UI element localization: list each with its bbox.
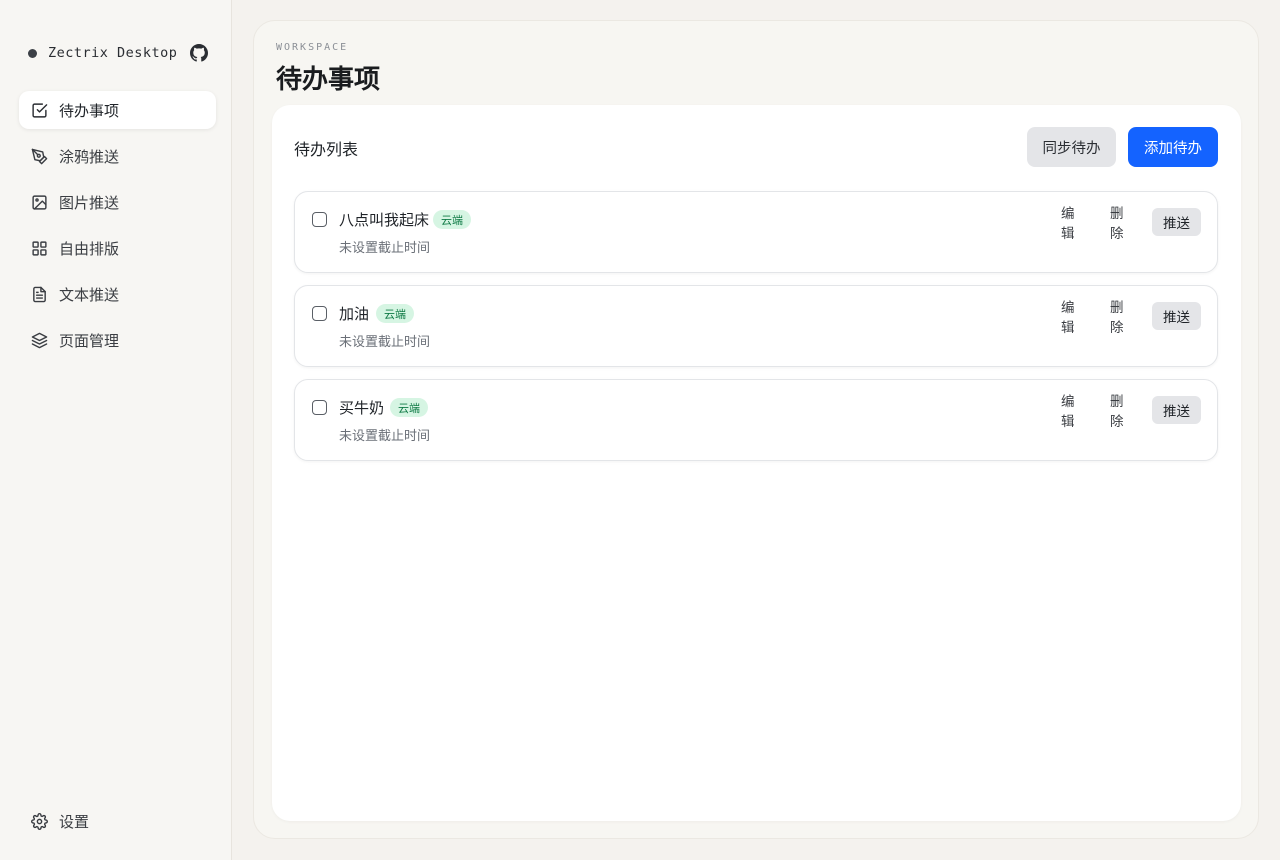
- check-square-icon: [31, 102, 48, 119]
- sidebar-item-page-manage[interactable]: 页面管理: [19, 321, 216, 359]
- image-icon: [31, 194, 48, 211]
- todo-list-title: 待办列表: [294, 140, 359, 159]
- sidebar-item-doodle[interactable]: 涂鸦推送: [19, 137, 216, 175]
- sidebar-item-label: 图片推送: [59, 193, 120, 212]
- settings-label: 设置: [59, 812, 90, 831]
- sync-todos-button[interactable]: 同步待办: [1027, 127, 1116, 167]
- todo-item: 八点叫我起床 云端 未设置截止时间 编辑 删除 推送: [294, 191, 1218, 273]
- todo-deadline: 未设置截止时间: [339, 241, 431, 256]
- brand-dot-icon: [28, 48, 37, 58]
- sidebar-item-settings[interactable]: 设置: [19, 802, 216, 840]
- sidebar-item-label: 自由排版: [59, 239, 120, 258]
- edit-button[interactable]: 编辑: [1061, 206, 1087, 242]
- workspace-eyebrow: WORKSPACE: [276, 42, 349, 53]
- brand-name: Zectrix Desktop: [48, 45, 178, 61]
- todo-title: 加油: [339, 305, 370, 323]
- github-icon[interactable]: [190, 44, 208, 62]
- todo-list-card: 待办列表 同步待办 添加待办 八点叫我起床 云端 未设置截止时间 编辑 删除 推…: [272, 105, 1241, 821]
- push-button[interactable]: 推送: [1152, 396, 1201, 424]
- sidebar: Zectrix Desktop 待办事项 涂鸦推送 图片推送 自由排版 文本推送…: [0, 0, 232, 860]
- sidebar-item-free-layout[interactable]: 自由排版: [19, 229, 216, 267]
- sidebar-item-label: 文本推送: [59, 285, 120, 304]
- sidebar-item-label: 涂鸦推送: [59, 147, 120, 166]
- delete-button[interactable]: 删除: [1110, 206, 1136, 242]
- layers-icon: [31, 332, 48, 349]
- pen-tool-icon: [31, 148, 48, 165]
- todo-title: 八点叫我起床: [339, 211, 430, 229]
- cloud-badge: 云端: [376, 304, 414, 323]
- todo-deadline: 未设置截止时间: [339, 335, 431, 350]
- todo-checkbox[interactable]: [312, 306, 327, 321]
- sidebar-item-text-push[interactable]: 文本推送: [19, 275, 216, 313]
- grid-icon: [31, 240, 48, 257]
- sidebar-item-label: 待办事项: [59, 101, 120, 120]
- todo-deadline: 未设置截止时间: [339, 429, 431, 444]
- sidebar-item-label: 页面管理: [59, 331, 120, 350]
- brand: Zectrix Desktop: [28, 42, 208, 64]
- cloud-badge: 云端: [433, 210, 471, 229]
- todo-item: 买牛奶 云端 未设置截止时间 编辑 删除 推送: [294, 379, 1218, 461]
- page-title: 待办事项: [276, 65, 381, 95]
- gear-icon: [31, 812, 48, 830]
- todo-checkbox[interactable]: [312, 400, 327, 415]
- delete-button[interactable]: 删除: [1110, 394, 1136, 430]
- push-button[interactable]: 推送: [1152, 302, 1201, 330]
- app-window: Zectrix Desktop 待办事项 涂鸦推送 图片推送 自由排版 文本推送…: [0, 0, 1280, 860]
- file-text-icon: [31, 286, 48, 303]
- edit-button[interactable]: 编辑: [1061, 394, 1087, 430]
- sidebar-nav: 待办事项 涂鸦推送 图片推送 自由排版 文本推送 页面管理: [19, 91, 216, 367]
- todo-checkbox[interactable]: [312, 212, 327, 227]
- edit-button[interactable]: 编辑: [1061, 300, 1087, 336]
- todo-title: 买牛奶: [339, 399, 385, 417]
- sidebar-item-image-push[interactable]: 图片推送: [19, 183, 216, 221]
- main-panel: WORKSPACE 待办事项 待办列表 同步待办 添加待办 八点叫我起床 云端 …: [253, 20, 1259, 839]
- push-button[interactable]: 推送: [1152, 208, 1201, 236]
- todo-item: 加油 云端 未设置截止时间 编辑 删除 推送: [294, 285, 1218, 367]
- cloud-badge: 云端: [390, 398, 428, 417]
- add-todo-button[interactable]: 添加待办: [1128, 127, 1218, 167]
- delete-button[interactable]: 删除: [1110, 300, 1136, 336]
- sidebar-item-todos[interactable]: 待办事项: [19, 91, 216, 129]
